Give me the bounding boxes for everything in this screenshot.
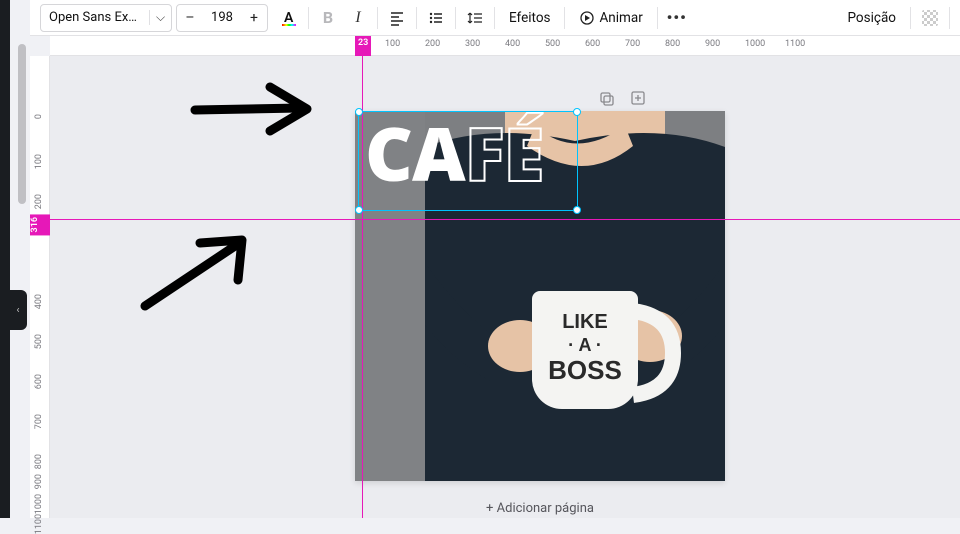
- toolbar-separator: [910, 7, 911, 29]
- v-ruler-tick: 500: [34, 334, 44, 349]
- h-ruler-tick: 1000: [745, 39, 765, 49]
- h-ruler-marker: 23: [355, 36, 371, 56]
- toolbar-separator: [657, 7, 658, 29]
- resize-handle-br[interactable]: [573, 206, 581, 214]
- toolbar-separator: [455, 7, 456, 29]
- h-ruler-tick: 800: [665, 39, 680, 49]
- side-panel-rail: [0, 0, 10, 518]
- toolbar-separator: [308, 7, 309, 29]
- mug-text-line2: · A ·: [568, 335, 602, 355]
- h-ruler-tick: 500: [545, 39, 560, 49]
- v-ruler-tick: 800: [34, 454, 44, 469]
- more-button[interactable]: •••: [662, 3, 692, 33]
- add-page-icon[interactable]: [626, 86, 650, 110]
- scrollbar-track: [18, 40, 26, 508]
- font-family-select[interactable]: Open Sans Extra ... ⌵: [40, 4, 172, 32]
- h-ruler-tick: 600: [585, 39, 600, 49]
- page-tools: [594, 86, 650, 110]
- selection-box[interactable]: [358, 111, 578, 211]
- h-ruler-tick: 700: [625, 39, 640, 49]
- text-align-button[interactable]: [382, 3, 412, 33]
- v-ruler-tick: 400: [34, 294, 44, 309]
- transparency-button[interactable]: [915, 3, 945, 33]
- list-button[interactable]: [421, 3, 451, 33]
- spacing-button[interactable]: [460, 3, 490, 33]
- toolbar-separator: [949, 7, 950, 29]
- toolbar-separator: [494, 7, 495, 29]
- animate-label: Animar: [599, 10, 642, 26]
- add-page-button[interactable]: + Adicionar página: [355, 501, 725, 516]
- h-ruler-tick: 400: [505, 39, 520, 49]
- v-ruler-tick: 900: [34, 474, 44, 489]
- animate-button[interactable]: Animar: [569, 10, 652, 26]
- resize-handle-tl[interactable]: [355, 108, 363, 116]
- design-page[interactable]: LIKE · A · BOSS CAFÉ: [355, 111, 725, 481]
- font-family-name: Open Sans Extra ...: [41, 10, 149, 25]
- vertical-ruler[interactable]: 316 010020040050060070080090010001100: [30, 56, 50, 518]
- font-size-increase-button[interactable]: +: [241, 5, 267, 31]
- v-ruler-tick: 0: [34, 114, 44, 119]
- h-ruler-tick: 1100: [785, 39, 805, 49]
- duplicate-page-icon[interactable]: [594, 86, 618, 110]
- horizontal-ruler[interactable]: 23 100 200 300 400 500 600 700 800 900 1000 1100: [50, 36, 960, 56]
- v-ruler-tick: 1000: [34, 494, 44, 514]
- v-ruler-tick: 200: [34, 194, 44, 209]
- toolbar-separator: [564, 7, 565, 29]
- toolbar-separator: [416, 7, 417, 29]
- effects-button[interactable]: Efeitos: [499, 10, 560, 26]
- position-button[interactable]: Posição: [838, 10, 907, 26]
- text-toolbar: Open Sans Extra ... ⌵ – 198 + A B I Efei…: [30, 0, 960, 36]
- mug-text-line1: LIKE: [562, 311, 608, 333]
- mug-text-line3: BOSS: [548, 355, 622, 385]
- scrollbar-thumb[interactable]: [18, 44, 26, 204]
- text-color-button[interactable]: A: [274, 3, 304, 33]
- h-ruler-tick: 200: [425, 39, 440, 49]
- v-ruler-tick: 1100: [34, 514, 44, 534]
- toolbar-separator: [377, 7, 378, 29]
- h-ruler-tick: 900: [705, 39, 720, 49]
- chevron-down-icon[interactable]: ⌵: [149, 10, 171, 25]
- resize-handle-tr[interactable]: [573, 108, 581, 116]
- v-ruler-tick: 700: [34, 414, 44, 429]
- font-size-value[interactable]: 198: [203, 10, 241, 25]
- canvas-stage[interactable]: LIKE · A · BOSS CAFÉ + Adicionar página: [50, 56, 960, 518]
- font-size-decrease-button[interactable]: –: [177, 5, 203, 31]
- svg-text:A: A: [284, 10, 294, 26]
- v-ruler-marker: 316: [30, 214, 50, 235]
- v-ruler-tick: 600: [34, 374, 44, 389]
- bold-button[interactable]: B: [313, 3, 343, 33]
- font-size-group: – 198 +: [176, 4, 268, 32]
- h-ruler-tick: 100: [385, 39, 400, 49]
- v-ruler-tick: 100: [34, 154, 44, 169]
- resize-handle-bl[interactable]: [355, 206, 363, 214]
- italic-button[interactable]: I: [343, 3, 373, 33]
- h-ruler-tick: 300: [465, 39, 480, 49]
